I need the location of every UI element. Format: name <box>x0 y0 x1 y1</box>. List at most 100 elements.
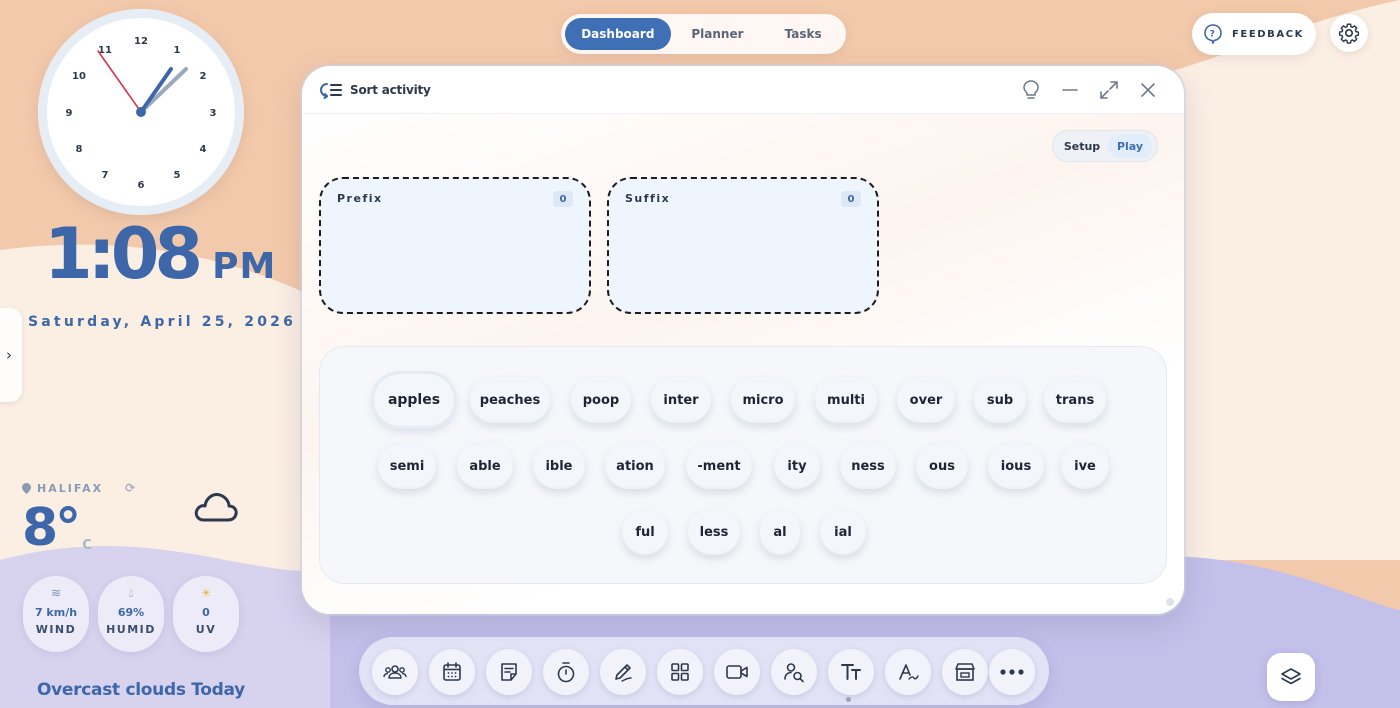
wind-icon: ≋ <box>50 586 62 600</box>
note-icon <box>501 663 517 681</box>
dock-timer-button[interactable] <box>543 649 589 695</box>
mode-play[interactable]: Play <box>1108 134 1152 158</box>
bucket-count: 0 <box>553 191 573 207</box>
clock-number: 3 <box>210 108 217 119</box>
gear-icon <box>1338 23 1360 44</box>
word-chip[interactable]: ial <box>820 509 866 555</box>
word-chip[interactable]: sub <box>974 377 1026 423</box>
clock-number: 9 <box>66 108 73 119</box>
tab-tasks[interactable]: Tasks <box>764 18 842 50</box>
word-chip[interactable]: ious <box>988 443 1044 489</box>
word-chip[interactable]: trans <box>1044 377 1106 423</box>
word-bank: apples peaches poop inter micro multi ov… <box>319 346 1167 584</box>
word-chip[interactable]: peaches <box>470 377 550 423</box>
layers-button[interactable] <box>1267 653 1315 701</box>
weather-location: HALIFAX ⟳ <box>22 481 137 495</box>
mode-setup[interactable]: Setup <box>1056 134 1108 158</box>
minimize-button[interactable] <box>1058 78 1082 102</box>
dock-store-button[interactable] <box>942 649 988 695</box>
word-chip[interactable]: ful <box>622 509 668 555</box>
tab-dashboard[interactable]: Dashboard <box>565 18 671 50</box>
bucket-prefix[interactable]: Prefix 0 <box>319 177 591 314</box>
dock-grid-button[interactable] <box>657 649 703 695</box>
word-chip[interactable]: poop <box>571 377 631 423</box>
video-icon <box>726 665 748 679</box>
dock-more-button[interactable] <box>989 649 1035 695</box>
text-icon <box>841 664 861 680</box>
dock-handwriting-button[interactable] <box>885 649 931 695</box>
minimize-icon <box>1062 89 1078 91</box>
word-chip[interactable]: able <box>457 443 513 489</box>
word-chip[interactable]: multi <box>815 377 877 423</box>
sort-activity-widget: Sort activity Setup Play Prefix 0 Suffix… <box>302 66 1184 614</box>
calendar-icon <box>443 662 461 681</box>
word-chip[interactable]: ity <box>774 443 820 489</box>
word-chip[interactable]: apples <box>374 374 454 426</box>
dock-video-button[interactable] <box>714 649 760 695</box>
word-chip[interactable]: ous <box>916 443 968 489</box>
clock-center <box>136 107 146 117</box>
refresh-icon[interactable]: ⟳ <box>125 481 137 495</box>
sort-list-icon <box>320 82 342 99</box>
bucket-name: Suffix <box>625 192 671 205</box>
feedback-button[interactable]: ? FEEDBACK <box>1192 13 1316 55</box>
word-chip[interactable]: ness <box>840 443 896 489</box>
clock-number: 12 <box>134 36 148 47</box>
clock-number: 8 <box>76 144 83 155</box>
word-chip[interactable]: al <box>760 509 800 555</box>
hour-hand <box>139 67 173 114</box>
analog-clock: 12 1 2 3 4 5 6 7 8 9 10 11 <box>38 9 244 215</box>
temperature-unit: C <box>82 538 92 553</box>
uv-value: 0 <box>202 606 210 619</box>
grid-icon <box>671 663 689 681</box>
dock-people-button[interactable] <box>372 649 418 695</box>
sun-icon: ☀ <box>200 586 212 600</box>
clock-number: 7 <box>102 170 109 181</box>
word-chip[interactable]: -ment <box>686 443 752 489</box>
bucket-count: 0 <box>841 191 861 207</box>
dock-text-button[interactable] <box>828 649 874 695</box>
close-button[interactable] <box>1136 78 1160 102</box>
weather-summary: Overcast clouds Today <box>37 680 245 700</box>
clock-number: 4 <box>200 144 207 155</box>
side-panel-toggle[interactable]: › <box>0 308 22 402</box>
dock-page-indicator <box>846 697 851 702</box>
store-icon <box>955 663 975 681</box>
lightbulb-icon <box>1023 80 1039 99</box>
handwriting-icon <box>899 664 919 680</box>
cloud-icon <box>194 493 238 522</box>
word-chip[interactable]: ation <box>605 443 665 489</box>
uv-stat: ☀ 0 UV <box>173 576 239 652</box>
close-icon <box>1141 83 1155 97</box>
clock-number: 6 <box>138 180 145 191</box>
word-chip[interactable]: micro <box>731 377 795 423</box>
settings-button[interactable] <box>1330 14 1368 52</box>
word-chip[interactable]: semi <box>378 443 436 489</box>
hint-button[interactable] <box>1019 78 1043 102</box>
bucket-suffix[interactable]: Suffix 0 <box>607 177 879 314</box>
droplet-icon: 💧︎ <box>128 586 134 600</box>
tab-planner[interactable]: Planner <box>671 18 765 50</box>
word-chip[interactable]: ible <box>533 443 585 489</box>
dock-calendar-button[interactable] <box>429 649 475 695</box>
widget-header[interactable]: Sort activity <box>302 66 1184 114</box>
word-chip[interactable]: over <box>897 377 955 423</box>
dock-user-search-button[interactable] <box>771 649 817 695</box>
location-name: HALIFAX <box>37 481 104 495</box>
humidity-value: 69% <box>117 606 145 619</box>
wind-stat: ≋ 7 km/h WIND <box>23 576 89 652</box>
dock-draw-button[interactable] <box>600 649 646 695</box>
uv-label: UV <box>195 623 217 636</box>
toolbar-dock <box>359 637 1049 705</box>
word-chip[interactable]: ive <box>1061 443 1109 489</box>
wind-value: 7 km/h <box>34 606 78 619</box>
maximize-button[interactable] <box>1097 78 1121 102</box>
word-chip[interactable]: less <box>688 509 740 555</box>
word-chip[interactable]: inter <box>651 377 711 423</box>
dock-note-button[interactable] <box>486 649 532 695</box>
main-nav: Dashboard Planner Tasks <box>561 14 846 54</box>
resize-handle[interactable] <box>1166 598 1174 606</box>
wind-label: WIND <box>35 623 77 636</box>
svg-text:?: ? <box>1210 30 1217 40</box>
clock-number: 5 <box>174 170 181 181</box>
